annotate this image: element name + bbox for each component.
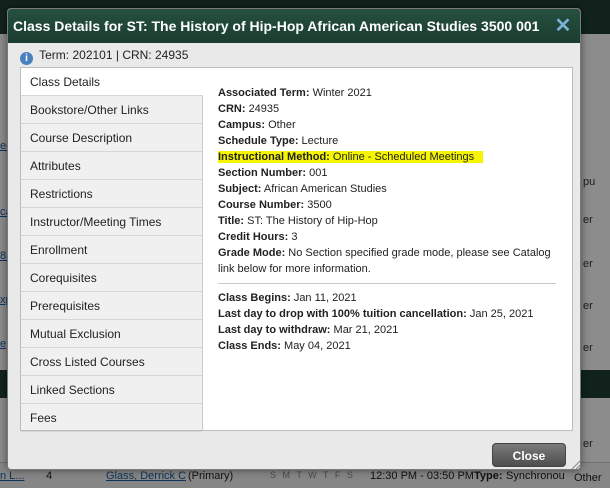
- field-label: Schedule Type:: [218, 135, 299, 147]
- term-info: i Term: 202101 | CRN: 24935: [20, 48, 188, 65]
- field-label: Instructional Method:: [218, 151, 330, 163]
- tab-prerequisites[interactable]: Prerequisites: [21, 292, 202, 320]
- tab-course-description[interactable]: Course Description: [21, 124, 202, 152]
- field-value: Jan 11, 2021: [293, 292, 357, 304]
- details-tabs: Class Details Bookstore/Other Links Cour…: [21, 68, 203, 432]
- last-drop-row: Last day to drop with 100% tuition cance…: [218, 306, 563, 322]
- section-number-row: Section Number: 001: [218, 165, 563, 181]
- grade-mode-row: Grade Mode: No Section specified grade m…: [218, 245, 563, 277]
- field-label: Last day to drop with 100% tuition cance…: [218, 308, 467, 320]
- field-value: ST: The History of Hip-Hop: [247, 215, 378, 227]
- field-label: Campus:: [218, 119, 266, 131]
- instructional-method-row: Instructional Method: Online - Scheduled…: [218, 149, 563, 165]
- field-label: Class Begins:: [218, 292, 291, 304]
- class-details-dialog: Class Details for ST: The History of Hip…: [7, 8, 581, 470]
- info-icon: i: [20, 52, 33, 65]
- highlight-mark: Instructional Method: Online - Scheduled…: [218, 151, 484, 163]
- class-begins-row: Class Begins: Jan 11, 2021: [218, 290, 563, 306]
- field-label: Course Number:: [218, 199, 305, 211]
- course-number-row: Course Number: 3500: [218, 197, 563, 213]
- crn-label: CRN:: [122, 48, 152, 62]
- tab-cross-listed-courses[interactable]: Cross Listed Courses: [21, 348, 202, 376]
- field-value: Other: [268, 119, 296, 131]
- field-value: 24935: [248, 103, 280, 115]
- field-value: African American Studies: [263, 183, 387, 195]
- field-label: Grade Mode:: [218, 247, 286, 259]
- field-value: Jan 25, 2021: [469, 308, 534, 320]
- class-ends-row: Class Ends: May 04, 2021: [218, 338, 563, 354]
- tab-bookstore[interactable]: Bookstore/Other Links: [21, 96, 202, 124]
- field-label: Title:: [218, 215, 245, 227]
- dialog-title: Class Details for ST: The History of Hip…: [13, 18, 540, 34]
- details-panel: Class Details Bookstore/Other Links Cour…: [20, 67, 573, 432]
- last-withdraw-row: Last day to withdraw: Mar 21, 2021: [218, 322, 563, 338]
- tab-class-details[interactable]: Class Details: [21, 68, 203, 96]
- field-value: 001: [309, 167, 328, 179]
- field-label: Section Number:: [218, 167, 307, 179]
- crn-value: 24935: [155, 48, 189, 62]
- dialog-titlebar[interactable]: Class Details for ST: The History of Hip…: [8, 9, 580, 43]
- resize-grip-icon[interactable]: [570, 459, 580, 469]
- tab-linked-sections[interactable]: Linked Sections: [21, 376, 202, 404]
- crn-row: CRN: 24935: [218, 101, 563, 117]
- field-value: Online - Scheduled Meetings: [332, 151, 475, 163]
- term-value: 202101: [72, 48, 113, 62]
- divider: [218, 283, 556, 284]
- tab-restrictions[interactable]: Restrictions: [21, 180, 202, 208]
- schedule-type-row: Schedule Type: Lecture: [218, 133, 563, 149]
- field-value: May 04, 2021: [284, 340, 351, 352]
- close-icon[interactable]: ✕: [554, 16, 572, 36]
- field-value: Mar 21, 2021: [333, 324, 399, 336]
- campus-row: Campus: Other: [218, 117, 563, 133]
- field-label: Class Ends:: [218, 340, 281, 352]
- credit-hours-row: Credit Hours: 3: [218, 229, 563, 245]
- tab-attributes[interactable]: Attributes: [21, 152, 202, 180]
- associated-term-row: Associated Term: Winter 2021: [218, 85, 563, 101]
- title-row: Title: ST: The History of Hip-Hop: [218, 213, 563, 229]
- term-label: Term:: [39, 48, 70, 62]
- tab-enrollment[interactable]: Enrollment: [21, 236, 202, 264]
- field-label: Subject:: [218, 183, 262, 195]
- field-label: Credit Hours:: [218, 231, 289, 243]
- field-value: Lecture: [301, 135, 339, 147]
- tab-instructor-meeting-times[interactable]: Instructor/Meeting Times: [21, 208, 202, 236]
- subject-row: Subject: African American Studies: [218, 181, 563, 197]
- field-label: Last day to withdraw:: [218, 324, 331, 336]
- close-button[interactable]: Close: [492, 443, 566, 467]
- tab-fees[interactable]: Fees: [21, 404, 202, 432]
- field-value: 3500: [307, 199, 332, 211]
- class-details-content: Associated Term: Winter 2021 CRN: 24935 …: [218, 85, 563, 354]
- field-value: Winter 2021: [312, 87, 372, 99]
- field-label: Associated Term:: [218, 87, 310, 99]
- tab-corequisites[interactable]: Corequisites: [21, 264, 202, 292]
- tab-mutual-exclusion[interactable]: Mutual Exclusion: [21, 320, 202, 348]
- field-value: 3: [291, 231, 298, 243]
- field-label: CRN:: [218, 103, 246, 115]
